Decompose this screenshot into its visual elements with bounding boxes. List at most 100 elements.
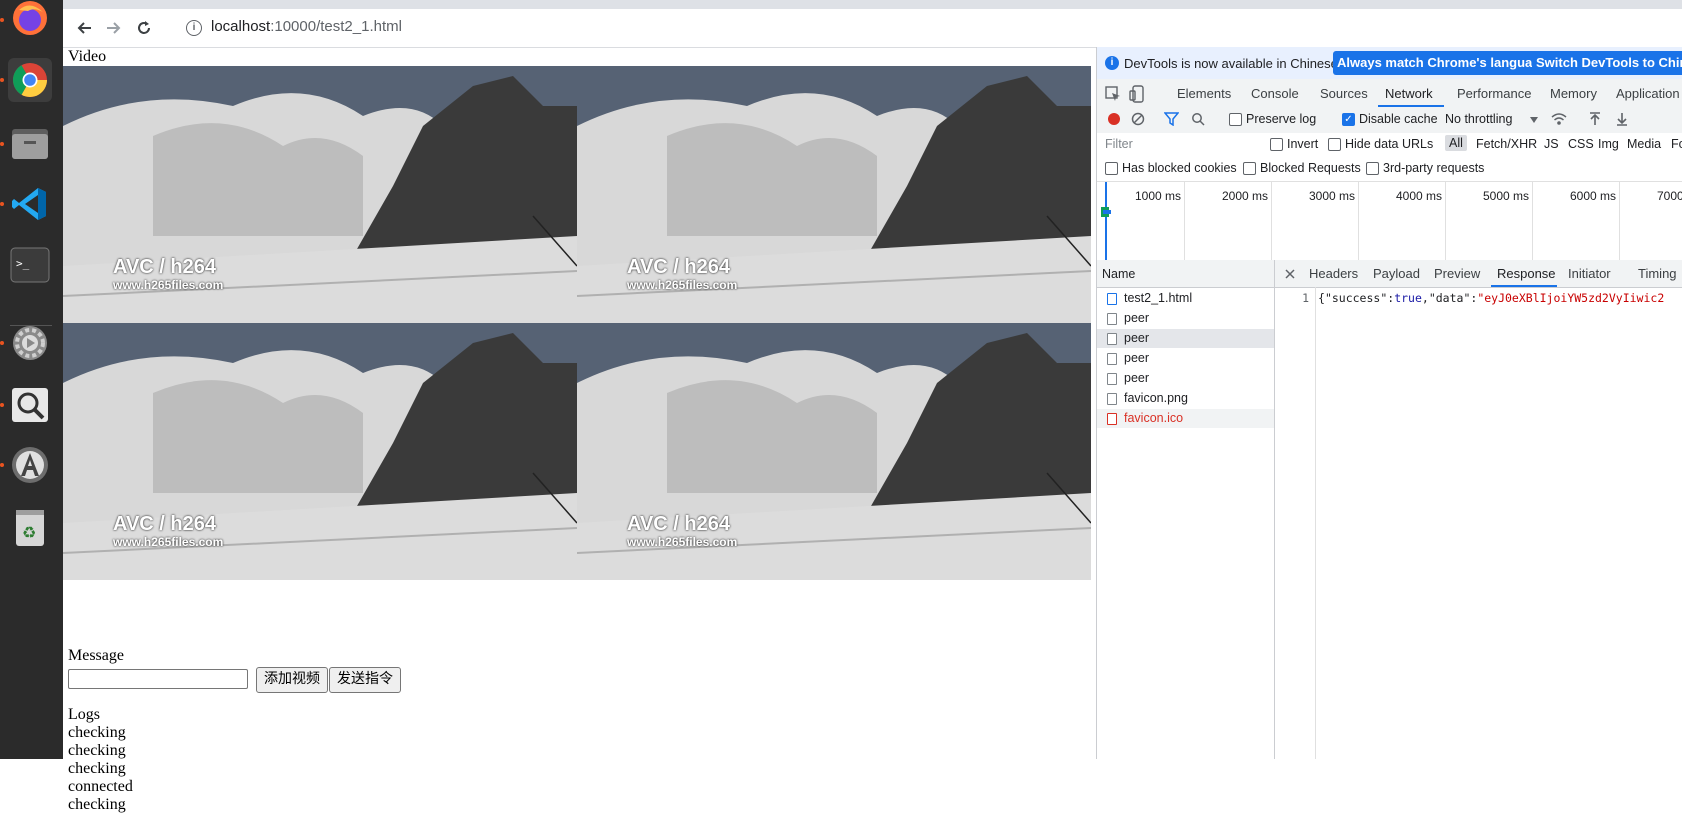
type-filter-js[interactable]: JS [1544,137,1559,151]
tab-timing[interactable]: Timing [1638,266,1677,281]
tab-payload[interactable]: Payload [1373,266,1420,281]
url-text[interactable]: localhost:10000/test2_1.html [211,18,402,35]
settings-icon[interactable] [8,321,52,365]
video-overlay-title: AVC / h264 [627,513,730,535]
match-language-button[interactable]: Always match Chrome's language [1333,51,1552,75]
invert-label: Invert [1287,137,1319,151]
disable-cache-checkbox[interactable]: ✓ [1342,113,1355,126]
devtools-tab-bar: Elements Console Sources Network Perform… [1097,79,1682,108]
request-row[interactable]: favicon.ico [1097,409,1274,428]
add-video-button[interactable]: 添加视频 [256,667,328,693]
video-overlay-smallprint [113,296,223,314]
back-button[interactable] [71,15,97,41]
type-filter-font[interactable]: Fo [1671,137,1682,151]
import-har-icon[interactable] [1589,112,1601,126]
video-heading: Video [68,48,107,65]
video-player[interactable]: AVC / h264 www.h265files.com [63,323,577,580]
network-overview-timeline[interactable]: 1000 ms 2000 ms 3000 ms 4000 ms 5000 ms … [1097,182,1682,261]
type-filter-css[interactable]: CSS [1568,137,1594,151]
video-overlay-title: AVC / h264 [113,513,216,535]
message-input[interactable] [68,669,248,689]
video-overlay-site: www.h265files.com [113,535,224,549]
tab-sources[interactable]: Sources [1320,86,1368,101]
request-row[interactable]: peer [1097,369,1274,388]
tab-performance[interactable]: Performance [1457,86,1531,101]
arrow-left-icon [77,22,91,34]
request-name: favicon.png [1124,391,1188,405]
invert-checkbox[interactable] [1270,138,1283,151]
trash-icon[interactable]: ♻ [8,506,52,550]
software-center-icon[interactable] [8,443,52,487]
record-icon[interactable] [1108,113,1120,125]
video-player[interactable]: AVC / h264 www.h265files.com [577,323,1091,580]
log-line: checking [68,760,126,777]
send-command-button[interactable]: 发送指令 [329,667,401,693]
web-page: Video AVC / h264 www.h265files.com AVC /… [63,47,1096,813]
tab-headers[interactable]: Headers [1309,266,1358,281]
firefox-icon[interactable] [8,0,52,40]
tab-memory[interactable]: Memory [1550,86,1597,101]
request-detail: Headers Payload Preview Response Initiat… [1275,260,1682,759]
filter-icon[interactable] [1164,112,1179,126]
preserve-log-label: Preserve log [1246,112,1317,126]
vscode-icon[interactable] [8,182,52,226]
type-filter-media[interactable]: Media [1627,137,1661,151]
timeline-label: 5000 ms [1483,189,1530,203]
has-blocked-cookies-checkbox[interactable] [1105,162,1118,175]
forward-button[interactable] [101,15,127,41]
inspect-element-icon[interactable] [1105,86,1121,102]
request-name: favicon.ico [1124,411,1184,425]
preserve-log-checkbox[interactable] [1229,113,1242,126]
type-filter-fetch-xhr[interactable]: Fetch/XHR [1476,137,1537,151]
export-har-icon[interactable] [1616,112,1628,126]
third-party-checkbox[interactable] [1366,162,1379,175]
name-column-header[interactable]: Name [1097,260,1274,288]
tab-preview[interactable]: Preview [1434,266,1480,281]
request-list: Name test2_1.html peer peer peer peer fa… [1097,260,1275,759]
reload-button[interactable] [131,15,157,41]
tab-network[interactable]: Network [1385,86,1433,101]
request-row[interactable]: test2_1.html [1097,289,1274,308]
throttling-select[interactable]: No throttling [1445,112,1512,126]
tab-response[interactable]: Response [1497,266,1556,281]
name-header-label: Name [1102,267,1136,281]
filter-input[interactable]: Filter [1105,137,1255,151]
tab-console[interactable]: Console [1251,86,1299,101]
response-body[interactable]: {"success":true,"data":"eyJ0eXBlIjoiYW5z… [1318,291,1664,305]
third-party-label: 3rd-party requests [1383,161,1485,175]
image-viewer-icon[interactable] [8,383,52,427]
request-row[interactable]: favicon.png [1097,389,1274,408]
switch-chinese-button[interactable]: Switch DevTools to Chinese [1532,51,1682,75]
files-icon[interactable] [8,122,52,166]
video-overlay-title: AVC / h264 [627,256,730,278]
video-player[interactable]: AVC / h264 www.h265files.com [577,66,1091,323]
close-icon[interactable] [1285,269,1295,279]
timeline-label: 3000 ms [1309,189,1356,203]
request-name: peer [1124,331,1150,345]
request-row[interactable]: peer [1097,349,1274,368]
request-row[interactable]: peer [1097,329,1274,348]
terminal-icon[interactable]: >_ [8,243,52,287]
tab-elements[interactable]: Elements [1177,86,1231,101]
infobar-text: DevTools is now available in Chinese! [1124,56,1342,71]
tab-initiator[interactable]: Initiator [1568,266,1611,281]
tab-application[interactable]: Application [1616,86,1680,101]
site-info-icon[interactable]: i [186,20,202,36]
devtools-language-infobar: i DevTools is now available in Chinese! … [1097,47,1682,79]
chrome-icon[interactable] [8,58,52,102]
tab-strip[interactable] [63,0,1682,9]
timeline-label: 6000 ms [1570,189,1617,203]
type-filter-img[interactable]: Img [1598,137,1619,151]
search-icon[interactable] [1191,112,1205,126]
device-toolbar-icon[interactable] [1129,85,1145,103]
detail-tab-bar: Headers Payload Preview Response Initiat… [1275,260,1682,288]
hide-data-urls-checkbox[interactable] [1328,138,1341,151]
clear-icon[interactable] [1131,112,1145,126]
timeline-cursor [1105,182,1107,260]
request-row[interactable]: peer [1097,309,1274,328]
type-filter-all[interactable]: All [1445,135,1467,151]
blocked-requests-checkbox[interactable] [1243,162,1256,175]
network-conditions-icon[interactable] [1551,112,1567,126]
hide-data-urls-label: Hide data URLs [1345,137,1434,151]
video-player[interactable]: AVC / h264 www.h265files.com [63,66,577,323]
